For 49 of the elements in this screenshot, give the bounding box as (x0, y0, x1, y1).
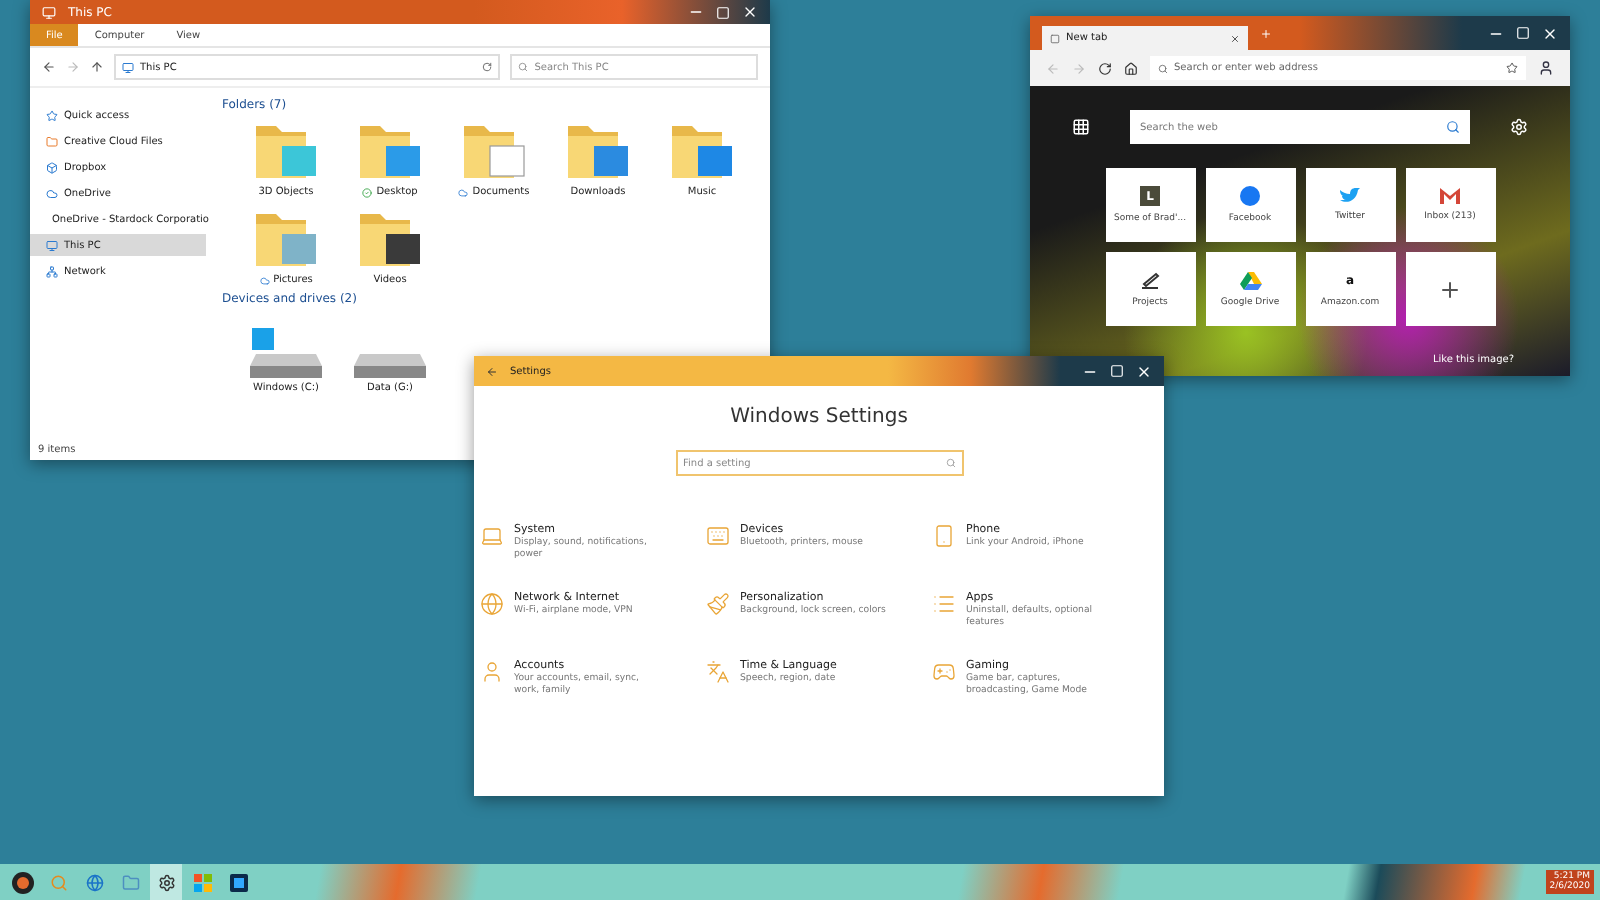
close-icon[interactable] (1542, 25, 1558, 41)
app-square-icon (229, 873, 247, 891)
system-drive-icon (250, 328, 322, 378)
search-icon (945, 458, 955, 468)
cloud-icon (46, 187, 58, 199)
maximize-icon[interactable] (1110, 364, 1124, 378)
back-icon[interactable] (486, 365, 498, 377)
close-icon[interactable] (742, 4, 758, 20)
computer-icon (122, 61, 134, 73)
cloud-icon (458, 187, 469, 197)
computer-icon (42, 5, 56, 19)
site-tile[interactable] (1405, 252, 1495, 326)
settings-icon[interactable] (1510, 118, 1528, 136)
folder-icon (121, 873, 139, 891)
settings-icon (157, 873, 175, 891)
avatar-icon[interactable] (1538, 60, 1554, 76)
home-icon[interactable] (1124, 61, 1138, 75)
star-icon[interactable] (1506, 62, 1518, 74)
start-orb-icon (11, 871, 33, 893)
maximize-icon[interactable] (716, 5, 730, 19)
cloud-icon (259, 275, 270, 285)
refresh-icon[interactable] (1098, 61, 1112, 75)
pc-icon (46, 239, 58, 251)
mail-logo-icon (1440, 188, 1460, 204)
search-icon (1158, 63, 1168, 73)
network-icon (46, 265, 58, 277)
cloudfiles-icon (46, 135, 58, 147)
page-heading: Windows Settings (730, 406, 908, 428)
close-icon[interactable] (1136, 363, 1152, 379)
star-icon (46, 109, 58, 121)
triangle-logo-icon (1239, 271, 1261, 289)
search-icon (1446, 120, 1460, 134)
search-icon (518, 62, 529, 72)
maximize-icon[interactable] (1516, 26, 1530, 40)
box-icon (46, 161, 58, 173)
add-icon[interactable] (1438, 277, 1462, 301)
tab-icon (1050, 33, 1060, 43)
pen-icon (1140, 271, 1160, 289)
up-icon[interactable] (90, 60, 104, 74)
search-icon (49, 873, 67, 891)
back-icon[interactable] (42, 60, 56, 74)
apps-grid-icon[interactable] (1072, 118, 1090, 136)
globe-icon (85, 873, 103, 891)
new-tab-icon[interactable] (1260, 27, 1272, 39)
taskbar-app[interactable] (150, 864, 182, 900)
drive-icon (354, 354, 426, 378)
check-icon (362, 187, 373, 197)
bird-icon (1340, 188, 1360, 204)
windows-tiles-icon (193, 873, 211, 891)
